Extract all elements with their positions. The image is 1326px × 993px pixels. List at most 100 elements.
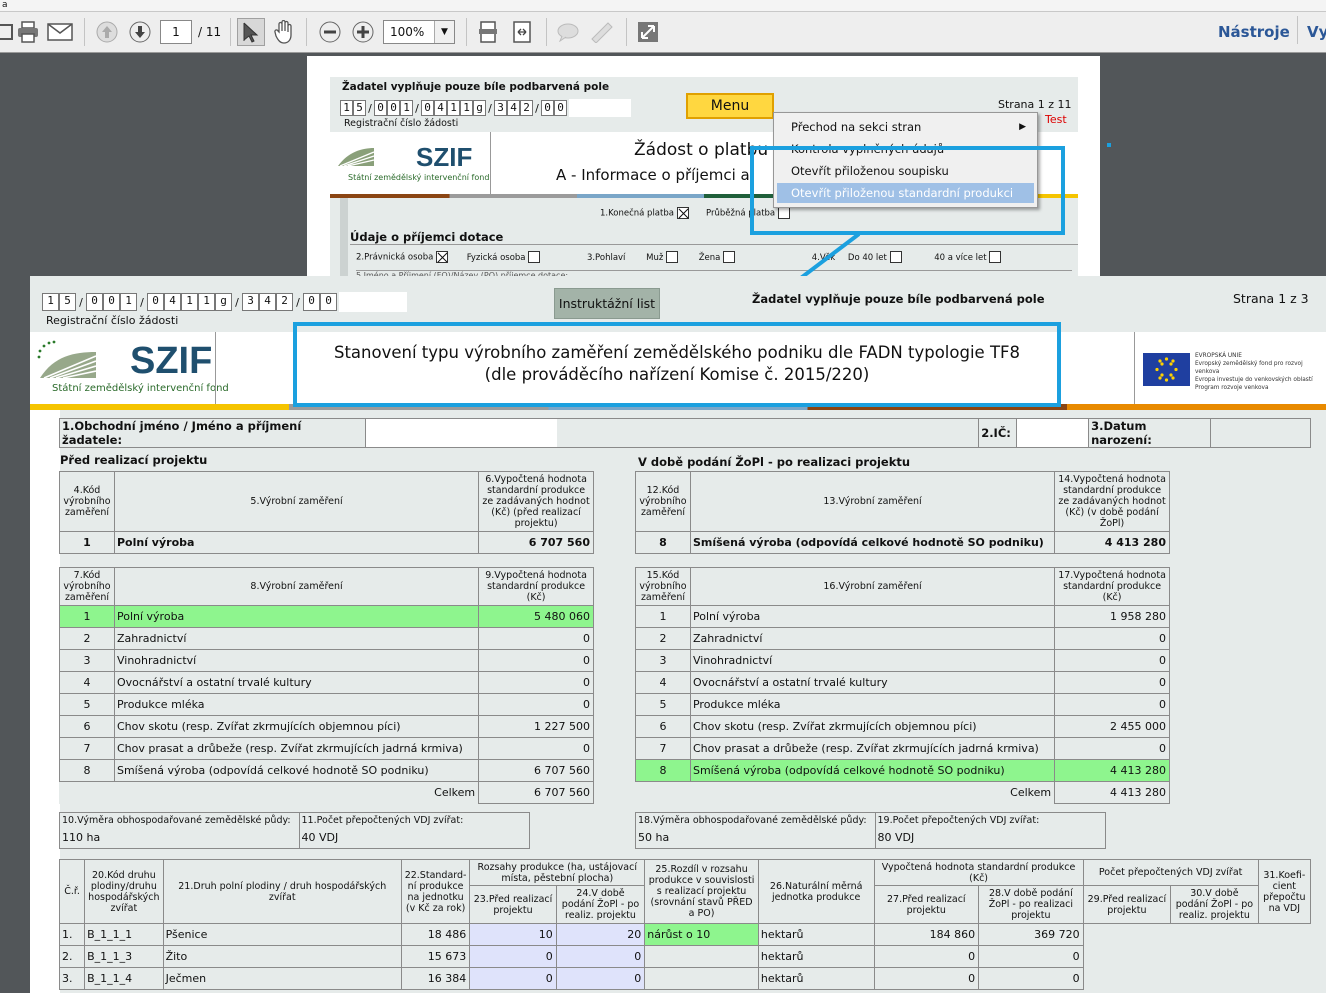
crop-range-after-input[interactable]: 0 <box>555 945 646 968</box>
crop-range-before-input[interactable]: 0 <box>469 967 557 990</box>
instruction-sheet-button[interactable]: Instruktážní list <box>554 288 660 319</box>
callout-frame-title <box>293 322 1061 407</box>
applicant-name-field[interactable] <box>364 418 558 448</box>
natural-person-checkbox[interactable] <box>528 251 541 263</box>
fit-page-icon[interactable] <box>474 18 502 46</box>
birth-date-field[interactable] <box>1210 418 1311 448</box>
reg-char[interactable]: 4 <box>164 293 181 311</box>
reg-char[interactable]: 1 <box>460 100 473 116</box>
total-row: Celkem 4 413 280 <box>636 781 1170 804</box>
reg-char[interactable]: 5 <box>353 100 366 116</box>
area-before-value: 110 ha <box>62 831 101 844</box>
reg-char[interactable]: 4 <box>507 100 520 116</box>
table-row: 4 Ovocnářství a ostatní trvalé kultury 0 <box>59 671 594 694</box>
header-value: 17.Vypočtená hodnota standardní produkce… <box>1054 567 1170 606</box>
reg-char[interactable]: 0 <box>554 100 567 116</box>
reg-char[interactable]: 1 <box>447 100 460 116</box>
hand-icon[interactable] <box>270 18 298 46</box>
reg-sep: / <box>488 101 492 115</box>
crop-standard-production: 15 673 <box>400 945 471 968</box>
reg-suffix-field[interactable] <box>569 99 631 117</box>
age-over-checkbox[interactable] <box>989 251 1002 263</box>
area-after-value: 50 ha <box>638 831 670 844</box>
reg-char[interactable]: 4 <box>259 293 276 311</box>
page-down-icon[interactable] <box>126 18 154 46</box>
header-production-range: Rozsahy produkce (ha, ustájovací místa, … <box>469 859 646 886</box>
reg-char[interactable]: 1 <box>198 293 215 311</box>
payment-final-checkbox[interactable] <box>676 207 689 219</box>
table-row: 5 Produkce mléka 0 <box>59 693 594 716</box>
back-registration-number[interactable]: 1 5 / 0 0 1 / 0 4 1 1 g / 3 4 2 / 0 0 <box>340 99 631 117</box>
reg-char[interactable]: 0 <box>147 293 164 311</box>
age-under-checkbox[interactable] <box>889 251 902 263</box>
tools-link[interactable]: Nástroje <box>1218 23 1290 41</box>
female-checkbox[interactable] <box>723 251 736 263</box>
reg-char[interactable]: 4 <box>434 100 447 116</box>
page-up-icon[interactable] <box>93 18 121 46</box>
eu-flag-icon <box>1143 353 1190 386</box>
category-value: 0 <box>1054 649 1170 672</box>
table-row: 3 Vinohradnictví 0 <box>59 649 594 672</box>
crop-range-after-input[interactable]: 20 <box>555 923 646 946</box>
reg-char[interactable]: 3 <box>242 293 259 311</box>
zoom-select[interactable]: 100% ▼ <box>383 20 455 44</box>
print-icon[interactable] <box>14 18 42 46</box>
back-header-divider <box>490 132 491 194</box>
total-label: Celkem <box>1010 786 1052 800</box>
ico-field[interactable] <box>1016 418 1090 448</box>
sign-icon[interactable] <box>588 18 616 46</box>
crop-range-before-input[interactable]: 0 <box>469 945 557 968</box>
reg-suffix-field[interactable] <box>339 292 407 312</box>
legal-person-checkbox[interactable] <box>436 251 449 263</box>
category-value: 1 227 500 <box>478 715 594 738</box>
reg-char[interactable]: 0 <box>103 293 120 311</box>
reg-char[interactable]: 1 <box>340 100 353 116</box>
fit-width-icon[interactable] <box>508 18 536 46</box>
reg-char[interactable]: g <box>215 293 232 311</box>
page-number-input[interactable]: 1 <box>160 20 192 44</box>
comment-icon[interactable] <box>554 18 582 46</box>
reg-char[interactable]: 3 <box>494 100 507 116</box>
area-after-cell: 18.Výměra obhospodařované zemědělské půd… <box>635 812 876 849</box>
reg-char[interactable]: 1 <box>42 293 59 311</box>
reg-char[interactable]: 0 <box>303 293 320 311</box>
male-checkbox[interactable] <box>666 251 679 263</box>
zoom-out-icon[interactable] <box>316 18 344 46</box>
window-title-strip: a <box>0 0 1326 12</box>
reg-char[interactable]: 5 <box>59 293 76 311</box>
birth-date-label: 3.Datum narození: <box>1088 418 1212 448</box>
menu-item-page-sections[interactable]: Přechod na sekci stran ▶ <box>777 117 1034 137</box>
reg-char[interactable]: 0 <box>86 293 103 311</box>
reg-sep: / <box>368 101 372 115</box>
reg-char[interactable]: 1 <box>181 293 198 311</box>
select-icon[interactable] <box>237 18 265 46</box>
category-value: 0 <box>478 737 594 760</box>
table-row: 1 Polní výroba 6 707 560 <box>59 531 594 554</box>
vdj-after-value: 80 VDJ <box>877 831 915 844</box>
crop-range-after-input[interactable]: 0 <box>555 967 646 990</box>
reg-char[interactable]: 1 <box>400 100 413 116</box>
crop-range-before-input[interactable]: 10 <box>469 923 557 946</box>
crop-vdj-after <box>1171 968 1258 990</box>
fullscreen-icon[interactable] <box>634 18 662 46</box>
header-crop-code: 20.Kód druhu plodiny/druhu hospodářských… <box>84 859 164 924</box>
reg-char[interactable]: 0 <box>320 293 337 311</box>
reg-char[interactable]: 2 <box>520 100 533 116</box>
reg-char[interactable]: 2 <box>276 293 293 311</box>
front-registration-number[interactable]: 1 5 / 0 0 1 / 0 4 1 1 g / 3 4 2 / 0 0 <box>42 292 407 312</box>
crop-calc-after: 369 720 <box>978 923 1084 946</box>
reg-char[interactable]: 1 <box>120 293 137 311</box>
category-value: 0 <box>1054 627 1170 650</box>
reg-char[interactable]: 0 <box>387 100 400 116</box>
reg-char[interactable]: g <box>473 100 486 116</box>
menu-button[interactable]: Menu <box>686 93 774 119</box>
reg-char[interactable]: 0 <box>541 100 554 116</box>
reg-char[interactable]: 0 <box>421 100 434 116</box>
chevron-down-icon[interactable]: ▼ <box>434 21 454 43</box>
reg-char[interactable]: 0 <box>374 100 387 116</box>
email-icon[interactable] <box>46 18 74 46</box>
back-page-info: Strana 1 z 11 <box>998 98 1072 111</box>
zoom-in-icon[interactable] <box>349 18 377 46</box>
vdj-after-label: 19.Počet přepočtených VDJ zvířat: <box>877 815 1040 826</box>
view-link[interactable]: Vy <box>1307 23 1326 41</box>
